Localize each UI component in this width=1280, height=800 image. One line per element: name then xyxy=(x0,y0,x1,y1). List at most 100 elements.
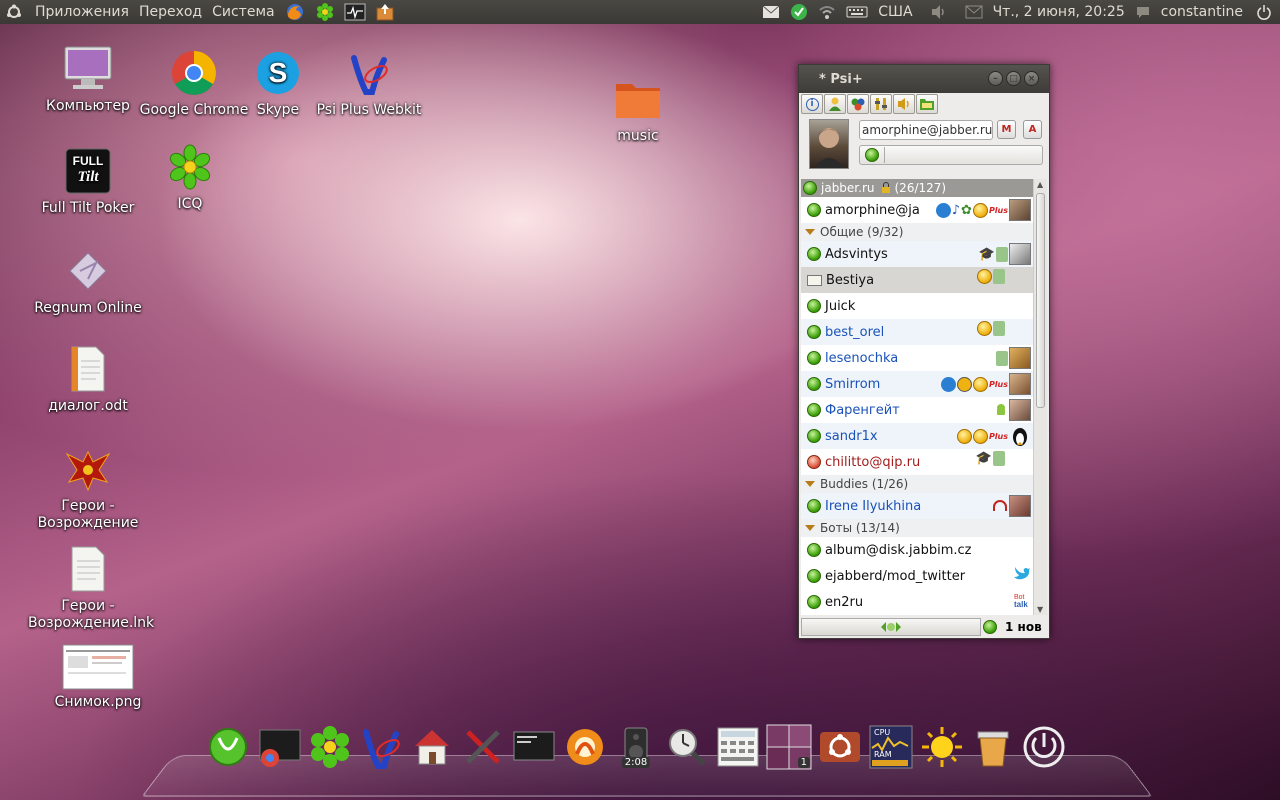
add-contact-button[interactable] xyxy=(824,94,846,114)
contact-row[interactable]: sandr1x Plus xyxy=(801,423,1033,449)
dock-terminal-chrome[interactable] xyxy=(256,724,302,770)
dock-psi-plus[interactable] xyxy=(358,724,404,770)
power-icon xyxy=(1023,726,1065,768)
contact-row[interactable]: en2ru Bot talk xyxy=(801,589,1033,615)
own-avatar[interactable] xyxy=(809,119,849,169)
online-status-icon[interactable] xyxy=(983,620,997,634)
mood-button[interactable]: M xyxy=(997,120,1016,139)
skype-icon: S xyxy=(253,48,303,98)
dock-workspace-switcher[interactable]: 1 xyxy=(766,724,812,770)
keyboard-layout-label[interactable]: США xyxy=(878,4,912,20)
contact-row[interactable]: best_orel xyxy=(801,319,1033,345)
power-menu-icon[interactable] xyxy=(1256,4,1272,20)
dock-power[interactable] xyxy=(1021,724,1067,770)
self-contact-row[interactable]: amorphine@ja ♪ ✿ Plus xyxy=(801,197,1033,223)
system-monitor-icon[interactable] xyxy=(344,1,366,23)
contact-name: lesenochka xyxy=(825,350,899,366)
contact-row[interactable]: lesenochka xyxy=(801,345,1033,371)
menu-applications[interactable]: Приложения xyxy=(30,4,134,20)
contact-row[interactable]: album@disk.jabbim.cz xyxy=(801,537,1033,563)
wifi-icon[interactable] xyxy=(818,4,836,20)
dock-weather[interactable] xyxy=(919,724,965,770)
scrollbar-thumb[interactable] xyxy=(1036,193,1045,408)
contact-row[interactable]: Irene Ilyukhina xyxy=(801,493,1033,519)
regnum-icon xyxy=(63,246,113,296)
info-button[interactable]: i xyxy=(801,94,823,114)
desktop-icon-heroes-lnk[interactable]: Герои - Возрождение.lnk xyxy=(28,544,154,632)
client-icon xyxy=(993,451,1005,466)
sound-toggle-button[interactable] xyxy=(893,94,915,114)
image-icon xyxy=(62,644,134,690)
dock-cpu-monitor[interactable]: CPU RAM xyxy=(868,724,914,770)
join-groupchat-button[interactable] xyxy=(847,94,869,114)
package-icon[interactable] xyxy=(374,1,396,23)
dock-clock-search[interactable] xyxy=(664,724,710,770)
options-button[interactable] xyxy=(870,94,892,114)
status-selector[interactable] xyxy=(859,145,1043,165)
add-contact-icon xyxy=(829,97,841,111)
clock-label[interactable]: Чт., 2 июня, 20:25 xyxy=(993,4,1125,20)
menu-places[interactable]: Переход xyxy=(134,4,207,20)
desktop-icon-heroes[interactable]: Герои - Возрождение xyxy=(28,444,148,532)
user-chat-icon[interactable] xyxy=(1135,5,1151,19)
ubuntu-logo-icon[interactable] xyxy=(4,2,24,22)
contact-row[interactable]: Juick xyxy=(801,293,1033,319)
contact-row[interactable]: ejabberd/mod_twitter xyxy=(801,563,1033,589)
mail-indicator-icon[interactable] xyxy=(762,5,780,19)
maximize-button[interactable]: □ xyxy=(1006,71,1021,86)
workspace-number-label: 1 xyxy=(797,757,810,768)
new-message-icon xyxy=(807,274,822,286)
group-header[interactable]: Общие (9/32) xyxy=(801,223,1033,241)
desktop-icon-label: Снимок.png xyxy=(54,694,142,710)
dock-firefox-alt[interactable] xyxy=(562,724,608,770)
desktop-icon-screenshot-png[interactable]: Снимок.png xyxy=(38,644,158,711)
contact-row[interactable]: Smirrom Plus xyxy=(801,371,1033,397)
contact-row[interactable]: chilitto@qip.ru 🎓 xyxy=(801,449,1033,475)
close-button[interactable]: × xyxy=(1024,71,1039,86)
desktop-icon-psi-plus[interactable]: Psi Plus Webkit xyxy=(309,48,429,119)
minimize-button[interactable]: – xyxy=(988,71,1003,86)
volume-icon[interactable] xyxy=(930,4,948,20)
psi-titlebar[interactable]: * Psi+ – □ × xyxy=(799,65,1049,93)
icq-icon[interactable] xyxy=(314,1,336,23)
view-button[interactable] xyxy=(916,94,938,114)
desktop-icon-label: music xyxy=(617,128,659,144)
desktop-icon-icq[interactable]: ICQ xyxy=(130,142,250,213)
dock-psi[interactable] xyxy=(205,724,251,770)
dock-home[interactable] xyxy=(409,724,455,770)
keyboard-icon[interactable] xyxy=(846,5,868,19)
dock-calculator[interactable] xyxy=(715,724,761,770)
desktop-icon-dialog-odt[interactable]: диалог.odt xyxy=(28,344,148,415)
contact-row[interactable]: Фаренгейт xyxy=(801,397,1033,423)
dock-speaker[interactable]: 2:08 xyxy=(613,724,659,770)
new-events-label[interactable]: 1 нов xyxy=(1005,620,1042,634)
smiley-icon xyxy=(972,202,988,218)
contact-row[interactable]: Bestiya xyxy=(801,267,1033,293)
update-ok-icon[interactable] xyxy=(790,3,808,21)
psi-window: * Psi+ – □ × i amorphine@jabber.ru M A j… xyxy=(798,64,1050,639)
desktop-icon-regnum[interactable]: Regnum Online xyxy=(28,246,148,317)
contact-row[interactable]: Adsvintys 🎓 xyxy=(801,241,1033,267)
scroll-up-arrow-icon[interactable]: ▲ xyxy=(1037,180,1043,189)
roster-scrollbar[interactable]: ▲ ▼ xyxy=(1033,179,1047,615)
event-bar[interactable] xyxy=(801,618,981,636)
user-name-label[interactable]: constantine xyxy=(1161,4,1243,20)
group-header[interactable]: Боты (13/14) xyxy=(801,519,1033,537)
roster-account-header[interactable]: jabber.ru (26/127) xyxy=(801,179,1033,197)
dock-icq[interactable] xyxy=(307,724,353,770)
online-status-icon xyxy=(807,499,821,513)
desktop-icon-computer[interactable]: Компьютер xyxy=(28,44,148,115)
account-jid-field[interactable]: amorphine@jabber.ru xyxy=(859,120,993,140)
dock-tools[interactable] xyxy=(460,724,506,770)
dock-ubuntu[interactable] xyxy=(817,724,863,770)
activity-button[interactable]: A xyxy=(1023,120,1042,139)
group-header[interactable]: Buddies (1/26) xyxy=(801,475,1033,493)
firefox-icon[interactable] xyxy=(284,1,306,23)
dock-terminal[interactable] xyxy=(511,724,557,770)
desktop-icon-music[interactable]: music xyxy=(578,74,698,145)
contact-name: amorphine@ja xyxy=(825,202,920,218)
messaging-icon[interactable] xyxy=(965,5,983,19)
scroll-down-arrow-icon[interactable]: ▼ xyxy=(1037,605,1043,614)
menu-system[interactable]: Система xyxy=(207,4,279,20)
dock-trash[interactable] xyxy=(970,724,1016,770)
